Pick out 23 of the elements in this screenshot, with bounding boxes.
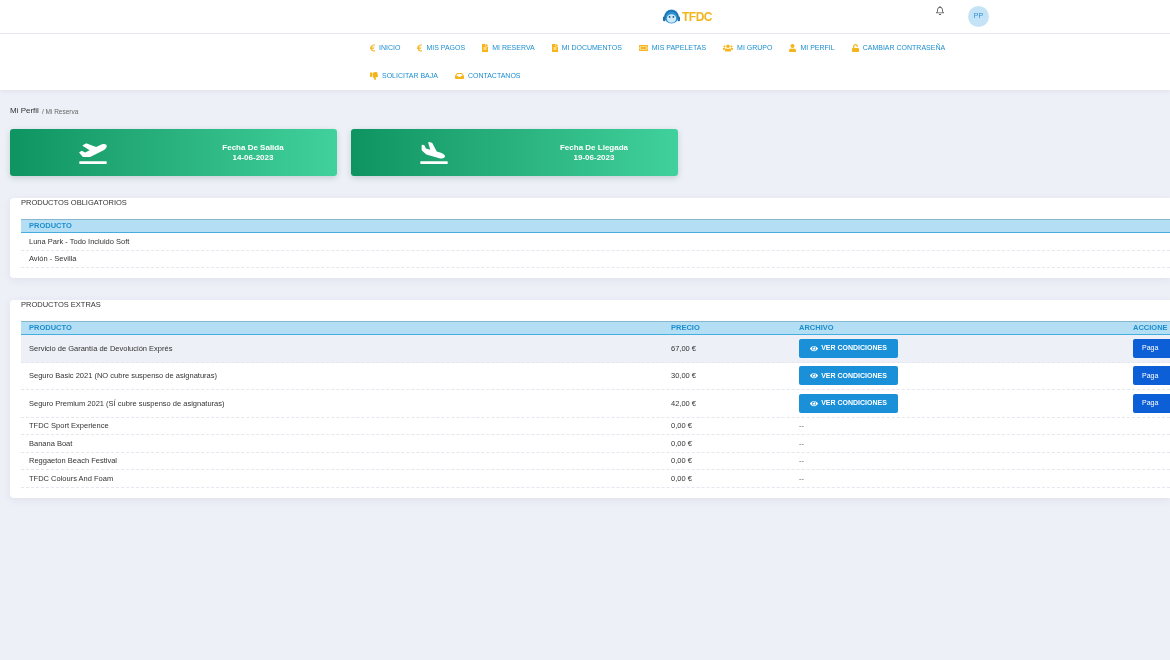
logo-text: TFDC [682,10,712,23]
date-label: Fecha De Llegada [560,142,628,153]
euro-icon [370,44,375,52]
padlock-icon [851,44,859,52]
document-icon [551,44,558,52]
monkey-logo-icon [662,8,681,25]
breadcrumb-link[interactable]: Mi Perfil [10,107,39,115]
bell-icon[interactable] [936,6,944,15]
date-value: 19-06-2023 [573,152,615,163]
plane-takeoff-icon [79,141,107,164]
document-icon [482,44,489,52]
euro-icon [417,44,423,52]
thumbs-down-icon [370,72,378,80]
eye-icon [810,372,819,380]
eye-icon [810,344,819,352]
ticket-icon [638,44,648,52]
user-icon [789,44,797,52]
inbox-icon [454,72,464,80]
eye-icon [810,399,819,407]
users-icon [723,44,734,52]
date-value: 14-06-2023 [232,152,274,163]
plane-landing-icon [420,141,448,164]
date-label: Fecha De Salida [222,142,284,153]
